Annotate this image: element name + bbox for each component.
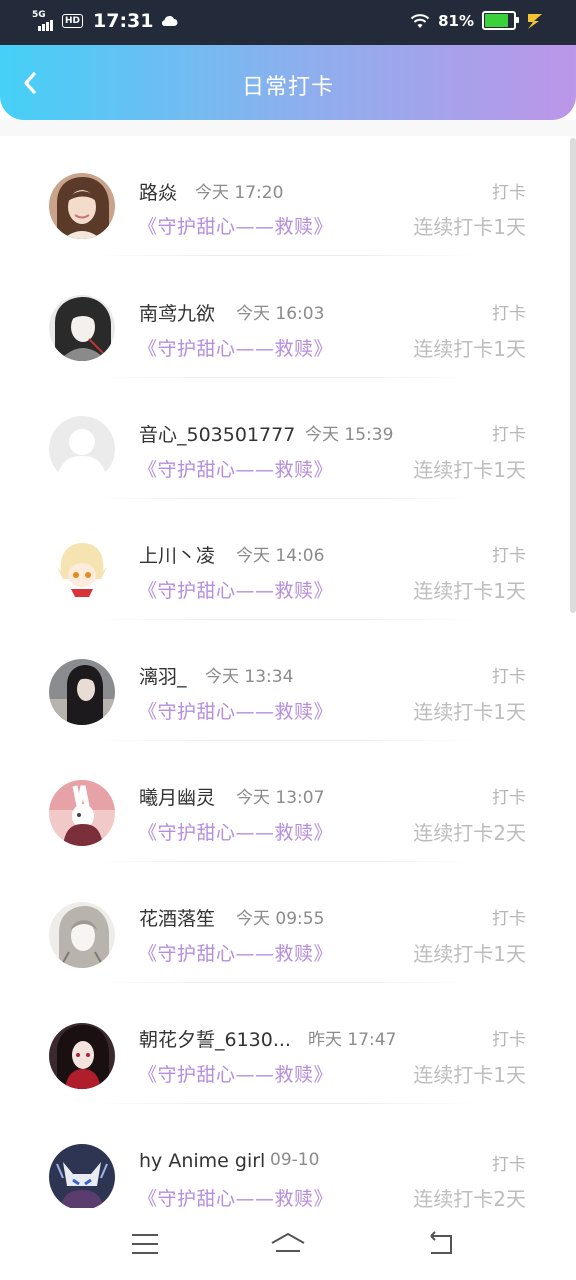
cloud-icon <box>161 16 177 26</box>
checkin-time: 今天 13:07 <box>236 788 325 808</box>
avatar[interactable] <box>49 295 115 361</box>
streak-count: 连续打卡2天 <box>413 821 526 845</box>
checkin-time: 昨天 17:47 <box>308 1030 397 1050</box>
book-title[interactable]: 《守护甜心——救赎》 <box>138 576 333 603</box>
user-name[interactable]: 南鸢九欲 <box>139 299 215 326</box>
list-item[interactable]: 音心_503501777 今天 15:39 打卡 《守护甜心——救赎》 连续打卡… <box>0 378 576 499</box>
status-bar: 5G HD 17:31 81% <box>0 0 576 45</box>
user-name[interactable]: 花酒落笙 <box>139 904 215 931</box>
checkin-tag: 打卡 <box>492 909 526 929</box>
avatar[interactable] <box>49 780 115 846</box>
checkin-time: 今天 14:06 <box>236 546 325 566</box>
streak-count: 连续打卡1天 <box>413 700 526 724</box>
avatar[interactable] <box>49 902 115 968</box>
avatar[interactable] <box>49 416 115 482</box>
network-type: 5G <box>32 10 46 20</box>
list-item[interactable]: 路焱 今天 17:20 打卡 《守护甜心——救赎》 连续打卡1天 <box>0 136 576 257</box>
book-title[interactable]: 《守护甜心——救赎》 <box>138 334 333 361</box>
book-title[interactable]: 《守护甜心——救赎》 <box>138 939 333 966</box>
back-icon[interactable] <box>423 1226 459 1262</box>
streak-count: 连续打卡1天 <box>413 458 526 482</box>
menu-icon[interactable] <box>127 1226 163 1262</box>
avatar[interactable] <box>49 1144 115 1210</box>
user-name[interactable]: 漓羽_ <box>139 662 187 689</box>
book-title[interactable]: 《守护甜心——救赎》 <box>138 697 333 724</box>
checkin-tag: 打卡 <box>492 1030 526 1050</box>
checkin-tag: 打卡 <box>492 546 526 566</box>
book-title[interactable]: 《守护甜心——救赎》 <box>138 212 333 239</box>
system-nav-bar <box>0 1208 576 1280</box>
list-item[interactable]: 南鸢九欲 今天 16:03 打卡 《守护甜心——救赎》 连续打卡1天 <box>0 257 576 378</box>
streak-count: 连续打卡1天 <box>413 579 526 603</box>
user-name[interactable]: 上川丶凌 <box>139 541 215 568</box>
streak-count: 连续打卡1天 <box>413 1063 526 1087</box>
user-name[interactable]: hy Anime girl <box>139 1150 265 1172</box>
checkin-tag: 打卡 <box>492 788 526 808</box>
list-item[interactable]: hy Anime girl 09-10 打卡 《守护甜心——救赎》 连续打卡2天 <box>0 1104 576 1225</box>
checkin-time: 09-10 <box>270 1150 320 1170</box>
clock: 17:31 <box>93 10 154 32</box>
checkin-time: 今天 17:20 <box>195 183 284 203</box>
hd-badge: HD <box>62 14 84 28</box>
signal-icon: 5G <box>32 10 56 31</box>
streak-count: 连续打卡1天 <box>413 942 526 966</box>
charging-icon <box>528 13 542 29</box>
checkin-tag: 打卡 <box>492 1155 526 1175</box>
user-name[interactable]: 朝花夕誓_6130... <box>139 1025 291 1052</box>
user-name[interactable]: 曦月幽灵 <box>139 783 215 810</box>
checkin-time: 今天 09:55 <box>236 909 325 929</box>
checkin-time: 今天 13:34 <box>205 667 294 687</box>
list-item[interactable]: 花酒落笙 今天 09:55 打卡 《守护甜心——救赎》 连续打卡1天 <box>0 862 576 983</box>
checkin-tag: 打卡 <box>492 425 526 445</box>
list-item[interactable]: 上川丶凌 今天 14:06 打卡 《守护甜心——救赎》 连续打卡1天 <box>0 499 576 620</box>
book-title[interactable]: 《守护甜心——救赎》 <box>138 1184 333 1211</box>
checkin-tag: 打卡 <box>492 183 526 203</box>
book-title[interactable]: 《守护甜心——救赎》 <box>138 455 333 482</box>
app-header: 日常打卡 <box>0 45 576 120</box>
list-item[interactable]: 朝花夕誓_6130... 昨天 17:47 打卡 《守护甜心——救赎》 连续打卡… <box>0 983 576 1104</box>
avatar[interactable] <box>49 659 115 725</box>
checkin-tag: 打卡 <box>492 304 526 324</box>
avatar[interactable] <box>49 1023 115 1089</box>
page-title: 日常打卡 <box>241 75 334 100</box>
user-name[interactable]: 音心_503501777 <box>139 420 295 447</box>
checkin-time: 今天 16:03 <box>236 304 325 324</box>
streak-count: 连续打卡1天 <box>413 215 526 239</box>
book-title[interactable]: 《守护甜心——救赎》 <box>138 818 333 845</box>
user-name[interactable]: 路焱 <box>139 178 177 205</box>
battery-percent: 81% <box>438 11 474 30</box>
list-item[interactable]: 曦月幽灵 今天 13:07 打卡 《守护甜心——救赎》 连续打卡2天 <box>0 741 576 862</box>
checkin-tag: 打卡 <box>492 667 526 687</box>
wifi-icon <box>410 13 430 28</box>
divider <box>90 255 480 256</box>
book-title[interactable]: 《守护甜心——救赎》 <box>138 1060 333 1087</box>
home-icon[interactable] <box>270 1226 306 1262</box>
checkin-time: 今天 15:39 <box>305 425 394 445</box>
avatar[interactable] <box>49 173 115 239</box>
battery-icon <box>482 11 519 30</box>
list-item[interactable]: 漓羽_ 今天 13:34 打卡 《守护甜心——救赎》 连续打卡1天 <box>0 620 576 741</box>
streak-count: 连续打卡1天 <box>413 337 526 361</box>
avatar[interactable] <box>49 537 115 603</box>
